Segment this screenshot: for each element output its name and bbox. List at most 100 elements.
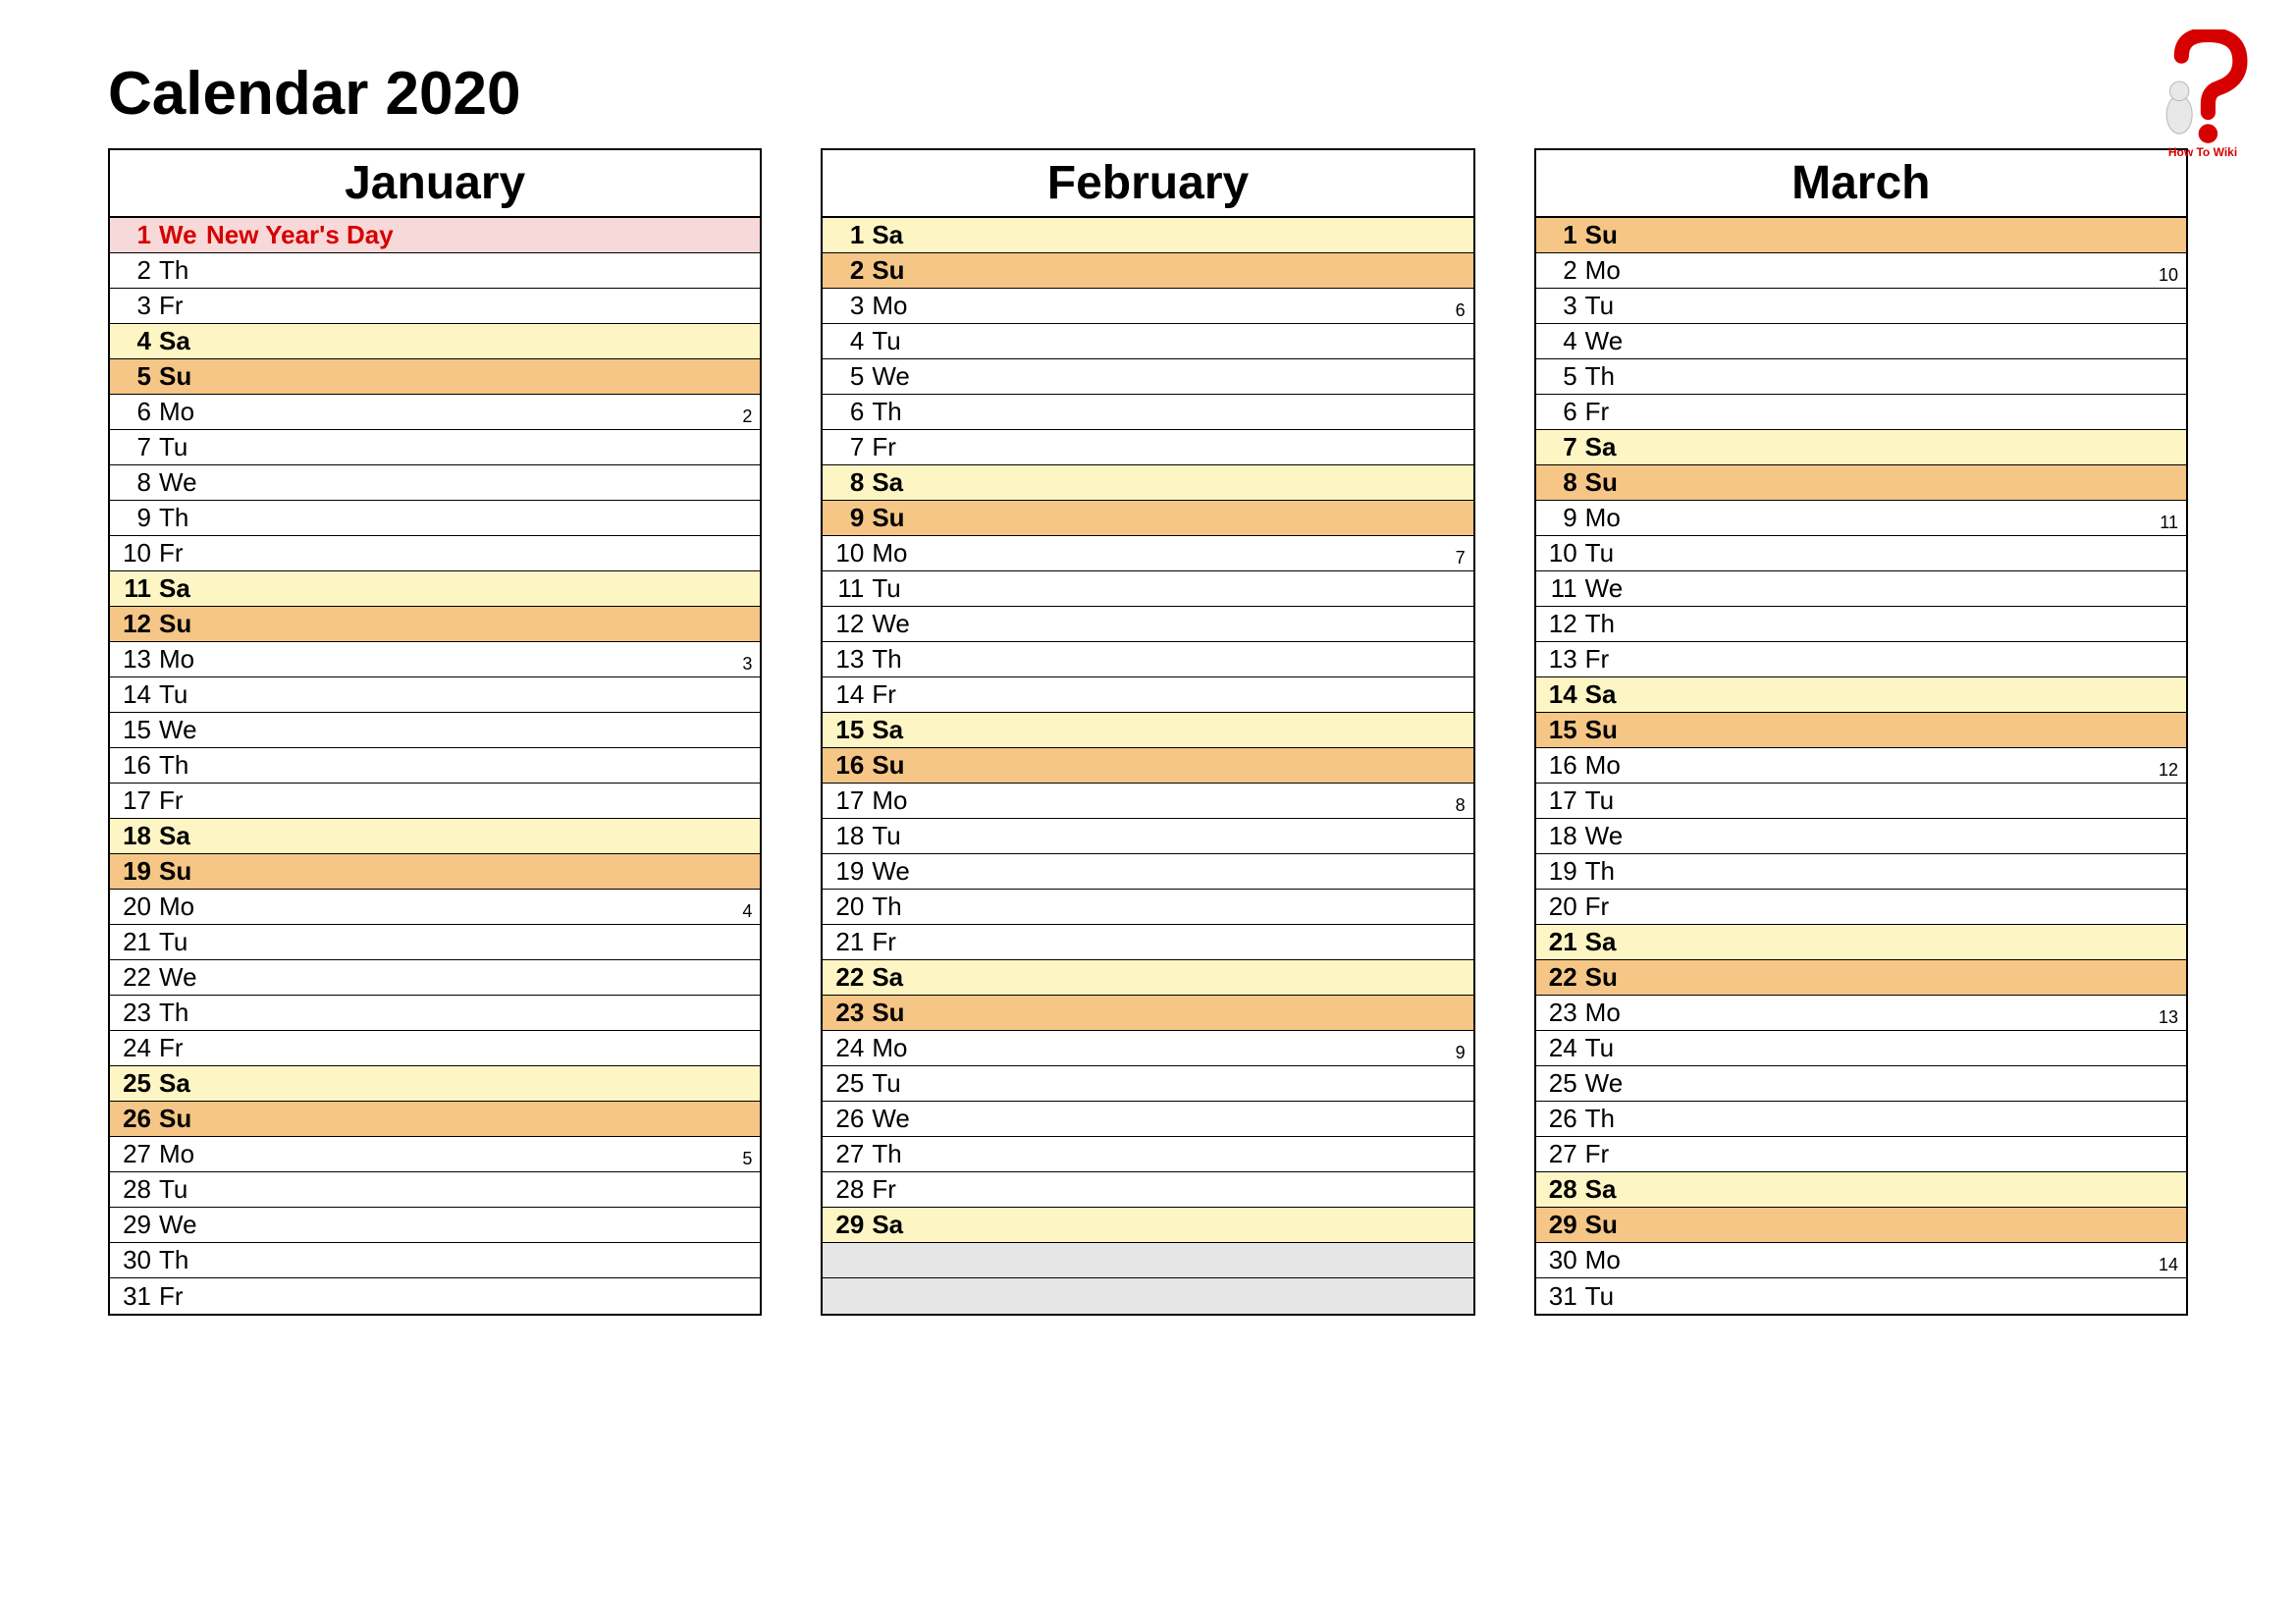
day-number: 7	[832, 432, 872, 462]
day-row: 26We	[823, 1102, 1472, 1137]
day-weekday: Su	[1585, 220, 1632, 250]
day-number: 30	[1546, 1245, 1585, 1275]
day-weekday: Su	[159, 361, 206, 392]
day-weekday: Su	[1585, 1210, 1632, 1240]
week-number: 13	[2159, 1007, 2178, 1030]
day-row: 26Su	[110, 1102, 760, 1137]
day-weekday: Th	[872, 1139, 919, 1169]
day-row: 17Fr	[110, 784, 760, 819]
page-title: Calendar 2020	[108, 59, 2188, 129]
day-number: 22	[120, 962, 159, 993]
day-number: 19	[1546, 856, 1585, 887]
day-row: 25Tu	[823, 1066, 1472, 1102]
week-number: 14	[2159, 1255, 2178, 1277]
day-weekday: Su	[872, 750, 919, 781]
day-number: 31	[120, 1281, 159, 1312]
day-weekday: Fr	[159, 1033, 206, 1063]
day-number: 16	[120, 750, 159, 781]
day-number: 10	[120, 538, 159, 568]
day-weekday: Su	[1585, 467, 1632, 498]
day-number: 12	[120, 609, 159, 639]
day-weekday: Mo	[1585, 255, 1632, 286]
day-row: 17Tu	[1536, 784, 2186, 819]
day-weekday: Th	[1585, 1104, 1632, 1134]
day-row: 2Mo10	[1536, 253, 2186, 289]
day-number: 15	[120, 715, 159, 745]
day-row: 18We	[1536, 819, 2186, 854]
day-row: 6Fr	[1536, 395, 2186, 430]
day-row: 10Fr	[110, 536, 760, 571]
day-number: 5	[120, 361, 159, 392]
day-weekday: Sa	[872, 220, 919, 250]
week-number: 2	[742, 406, 752, 429]
week-number: 6	[1456, 300, 1466, 323]
logo-caption: How To Wiki	[2149, 145, 2257, 159]
day-number: 16	[832, 750, 872, 781]
month-header: January	[110, 150, 760, 218]
day-weekday: Mo	[1585, 998, 1632, 1028]
day-weekday: Tu	[1585, 1281, 1632, 1312]
day-number: 4	[832, 326, 872, 356]
day-number: 18	[1546, 821, 1585, 851]
day-row: 6Th	[823, 395, 1472, 430]
day-number: 19	[120, 856, 159, 887]
day-weekday: Th	[872, 892, 919, 922]
day-weekday: Sa	[159, 573, 206, 604]
day-row: 1Sa	[823, 218, 1472, 253]
day-weekday: Su	[1585, 715, 1632, 745]
day-weekday: Fr	[872, 927, 919, 957]
day-weekday: Tu	[159, 679, 206, 710]
months-row: January1WeNew Year's Day2Th3Fr4Sa5Su6Mo2…	[108, 148, 2188, 1316]
day-weekday: Mo	[1585, 1245, 1632, 1275]
day-number: 6	[832, 397, 872, 427]
day-row: 28Fr	[823, 1172, 1472, 1208]
day-number: 24	[120, 1033, 159, 1063]
day-number: 30	[120, 1245, 159, 1275]
day-row: 5Th	[1536, 359, 2186, 395]
day-row: 19We	[823, 854, 1472, 890]
day-weekday: We	[1585, 326, 1632, 356]
day-row: 15Su	[1536, 713, 2186, 748]
day-row: 16Th	[110, 748, 760, 784]
day-weekday: Sa	[1585, 432, 1632, 462]
day-number: 25	[1546, 1068, 1585, 1099]
month-march: March1Su2Mo103Tu4We5Th6Fr7Sa8Su9Mo1110Tu…	[1534, 148, 2188, 1316]
day-row: 18Sa	[110, 819, 760, 854]
day-number: 12	[832, 609, 872, 639]
day-number: 5	[1546, 361, 1585, 392]
day-row: 5We	[823, 359, 1472, 395]
day-weekday: Mo	[159, 397, 206, 427]
day-number: 1	[1546, 220, 1585, 250]
day-number: 9	[832, 503, 872, 533]
day-weekday: We	[1585, 821, 1632, 851]
day-row: 18Tu	[823, 819, 1472, 854]
day-row: 8Sa	[823, 465, 1472, 501]
day-row: 27Th	[823, 1137, 1472, 1172]
day-weekday: Th	[159, 1245, 206, 1275]
day-row: 9Mo11	[1536, 501, 2186, 536]
day-weekday: Su	[159, 609, 206, 639]
day-number: 21	[120, 927, 159, 957]
day-weekday: Sa	[159, 1068, 206, 1099]
day-number: 12	[1546, 609, 1585, 639]
day-row: 30Th	[110, 1243, 760, 1278]
day-weekday: Fr	[159, 785, 206, 816]
day-row: 23Mo 13	[1536, 996, 2186, 1031]
day-weekday: Mo	[159, 644, 206, 675]
week-number: 8	[1456, 795, 1466, 818]
week-number: 11	[2160, 513, 2178, 535]
day-weekday: Su	[1585, 962, 1632, 993]
day-weekday: Fr	[872, 1174, 919, 1205]
day-weekday: Tu	[159, 927, 206, 957]
day-row: 11Tu	[823, 571, 1472, 607]
day-row: 13Fr	[1536, 642, 2186, 677]
day-number: 2	[120, 255, 159, 286]
day-weekday: Mo	[1585, 750, 1632, 781]
week-number: 12	[2159, 760, 2178, 783]
day-number: 3	[120, 291, 159, 321]
day-number: 9	[120, 503, 159, 533]
day-number: 23	[1546, 998, 1585, 1028]
day-row: 3Tu	[1536, 289, 2186, 324]
day-number: 28	[832, 1174, 872, 1205]
day-number: 11	[1546, 573, 1585, 604]
